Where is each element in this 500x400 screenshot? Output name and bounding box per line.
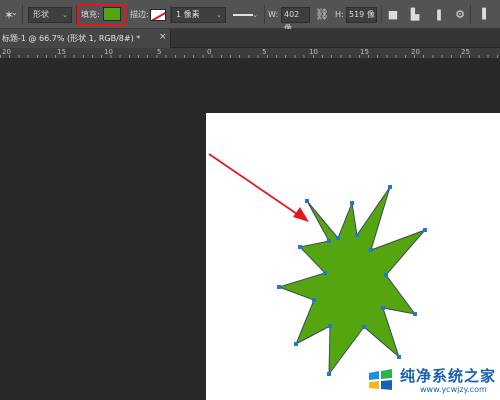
anchor-point[interactable] xyxy=(298,245,302,249)
watermark-url: www.ycwjzy.com xyxy=(420,385,487,394)
anchor-point[interactable] xyxy=(336,236,340,240)
anchor-point[interactable] xyxy=(305,199,309,203)
anchor-point[interactable] xyxy=(384,273,388,277)
anchor-point[interactable] xyxy=(397,355,401,359)
anchor-point[interactable] xyxy=(277,285,281,289)
anchor-point[interactable] xyxy=(369,248,373,252)
watermark-name: 纯净系统之家 xyxy=(400,367,497,385)
anchor-point[interactable] xyxy=(388,185,392,189)
anchor-point[interactable] xyxy=(362,325,366,329)
anchor-point[interactable] xyxy=(328,324,332,328)
anchor-point[interactable] xyxy=(423,228,427,232)
anchor-point[interactable] xyxy=(413,312,417,316)
anchor-point[interactable] xyxy=(350,201,354,205)
watermark: 纯净系统之家 www.ycwjzy.com xyxy=(362,361,500,400)
canvas-overlay xyxy=(208,153,427,376)
annotation-arrow xyxy=(208,153,309,222)
anchor-point[interactable] xyxy=(381,306,385,310)
anchor-point[interactable] xyxy=(355,233,359,237)
anchor-point[interactable] xyxy=(327,239,331,243)
anchor-point[interactable] xyxy=(323,271,327,275)
watermark-logo-icon xyxy=(364,364,396,396)
anchor-point[interactable] xyxy=(312,298,316,302)
anchor-point[interactable] xyxy=(294,342,298,346)
anchor-point[interactable] xyxy=(327,372,331,376)
